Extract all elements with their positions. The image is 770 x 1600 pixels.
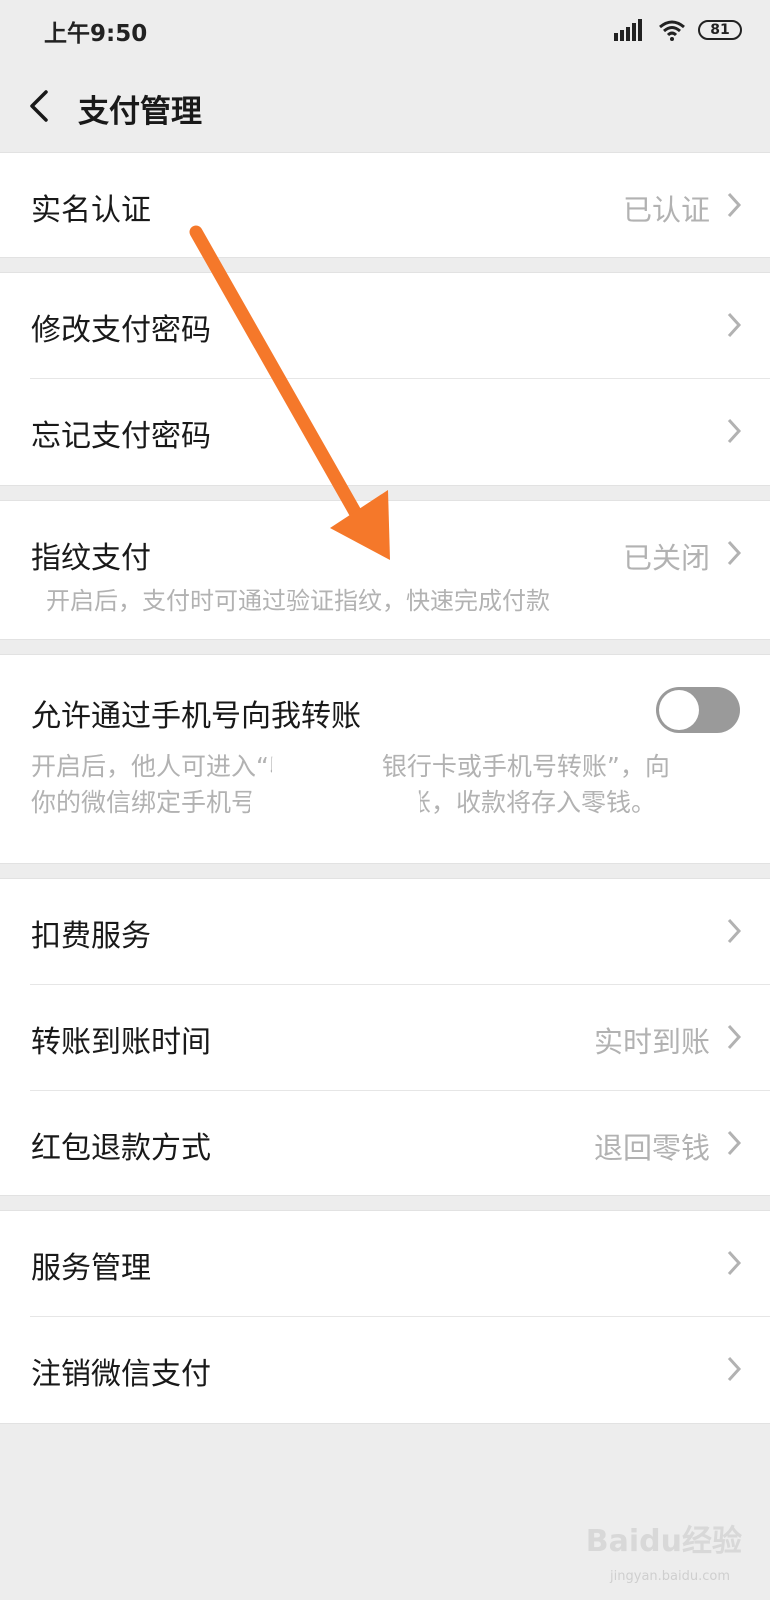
chevron-right-icon bbox=[727, 1130, 742, 1156]
toggle-knob bbox=[659, 690, 699, 730]
redaction-mask bbox=[250, 789, 420, 823]
row-real-name[interactable]: 实名认证 已认证 bbox=[0, 153, 770, 259]
row-label: 服务管理 bbox=[31, 1251, 151, 1286]
row-label: 修改支付密码 bbox=[31, 313, 211, 348]
row-forgot-password[interactable]: 忘记支付密码 bbox=[0, 379, 770, 485]
phone-transfer-toggle[interactable] bbox=[656, 687, 740, 733]
battery-indicator: 81 bbox=[698, 20, 742, 40]
row-label: 忘记支付密码 bbox=[31, 419, 211, 454]
row-value: 已认证 bbox=[622, 193, 710, 227]
group-services: 扣费服务 转账到账时间 实时到账 红包退款方式 退回零钱 bbox=[0, 878, 770, 1196]
group-fingerprint: 指纹支付 已关闭 开启后，支付时可通过验证指纹，快速完成付款 bbox=[0, 500, 770, 640]
row-deduction-service[interactable]: 扣费服务 bbox=[0, 879, 770, 985]
row-value: 退回零钱 bbox=[593, 1131, 710, 1165]
chevron-right-icon bbox=[727, 1356, 742, 1382]
status-bar: 上午9:50 81 bbox=[0, 0, 770, 60]
chevron-right-icon bbox=[727, 918, 742, 944]
baidu-watermark-url: jingyan.baidu.com bbox=[610, 1569, 730, 1584]
row-label: 转账到账时间 bbox=[31, 1025, 211, 1060]
group-account: 服务管理 注销微信支付 bbox=[0, 1210, 770, 1424]
row-label: 红包退款方式 bbox=[31, 1131, 211, 1166]
row-value: 实时到账 bbox=[593, 1025, 710, 1059]
status-icons: 81 bbox=[614, 16, 742, 44]
chevron-right-icon bbox=[727, 1250, 742, 1276]
page-title: 支付管理 bbox=[78, 94, 202, 130]
row-change-password[interactable]: 修改支付密码 bbox=[0, 273, 770, 379]
chevron-right-icon bbox=[727, 312, 742, 338]
status-time: 上午9:50 bbox=[44, 21, 148, 47]
row-cancel-wechat-pay[interactable]: 注销微信支付 bbox=[0, 1317, 770, 1423]
row-transfer-arrival-time[interactable]: 转账到账时间 实时到账 bbox=[0, 985, 770, 1091]
fingerprint-description: 开启后，支付时可通过验证指纹，快速完成付款 bbox=[46, 587, 550, 615]
redaction-mask bbox=[272, 751, 382, 785]
row-label: 注销微信支付 bbox=[31, 1357, 211, 1392]
wifi-icon bbox=[659, 20, 685, 41]
row-red-packet-refund[interactable]: 红包退款方式 退回零钱 bbox=[0, 1091, 770, 1197]
back-arrow-icon[interactable] bbox=[22, 82, 62, 130]
row-label: 扣费服务 bbox=[31, 919, 151, 954]
row-label: 允许通过手机号向我转账 bbox=[31, 699, 361, 734]
row-service-management[interactable]: 服务管理 bbox=[0, 1211, 770, 1317]
chevron-right-icon bbox=[727, 1024, 742, 1050]
signal-icon bbox=[614, 19, 642, 41]
nav-bar: 支付管理 bbox=[0, 60, 770, 152]
row-label: 实名认证 bbox=[31, 193, 151, 228]
group-real-name: 实名认证 已认证 bbox=[0, 152, 770, 258]
group-phone-transfer: 允许通过手机号向我转账 开启后，他人可进入“收付款”向银行卡或手机号转账”，向 … bbox=[0, 654, 770, 864]
group-password: 修改支付密码 忘记支付密码 bbox=[0, 272, 770, 486]
chevron-right-icon bbox=[727, 192, 742, 218]
chevron-right-icon bbox=[727, 540, 742, 566]
baidu-watermark-logo: Baidu经验 bbox=[585, 1524, 742, 1559]
row-value: 已关闭 bbox=[622, 541, 710, 575]
battery-level: 81 bbox=[710, 22, 730, 38]
chevron-right-icon bbox=[727, 418, 742, 444]
row-label: 指纹支付 bbox=[31, 541, 151, 576]
